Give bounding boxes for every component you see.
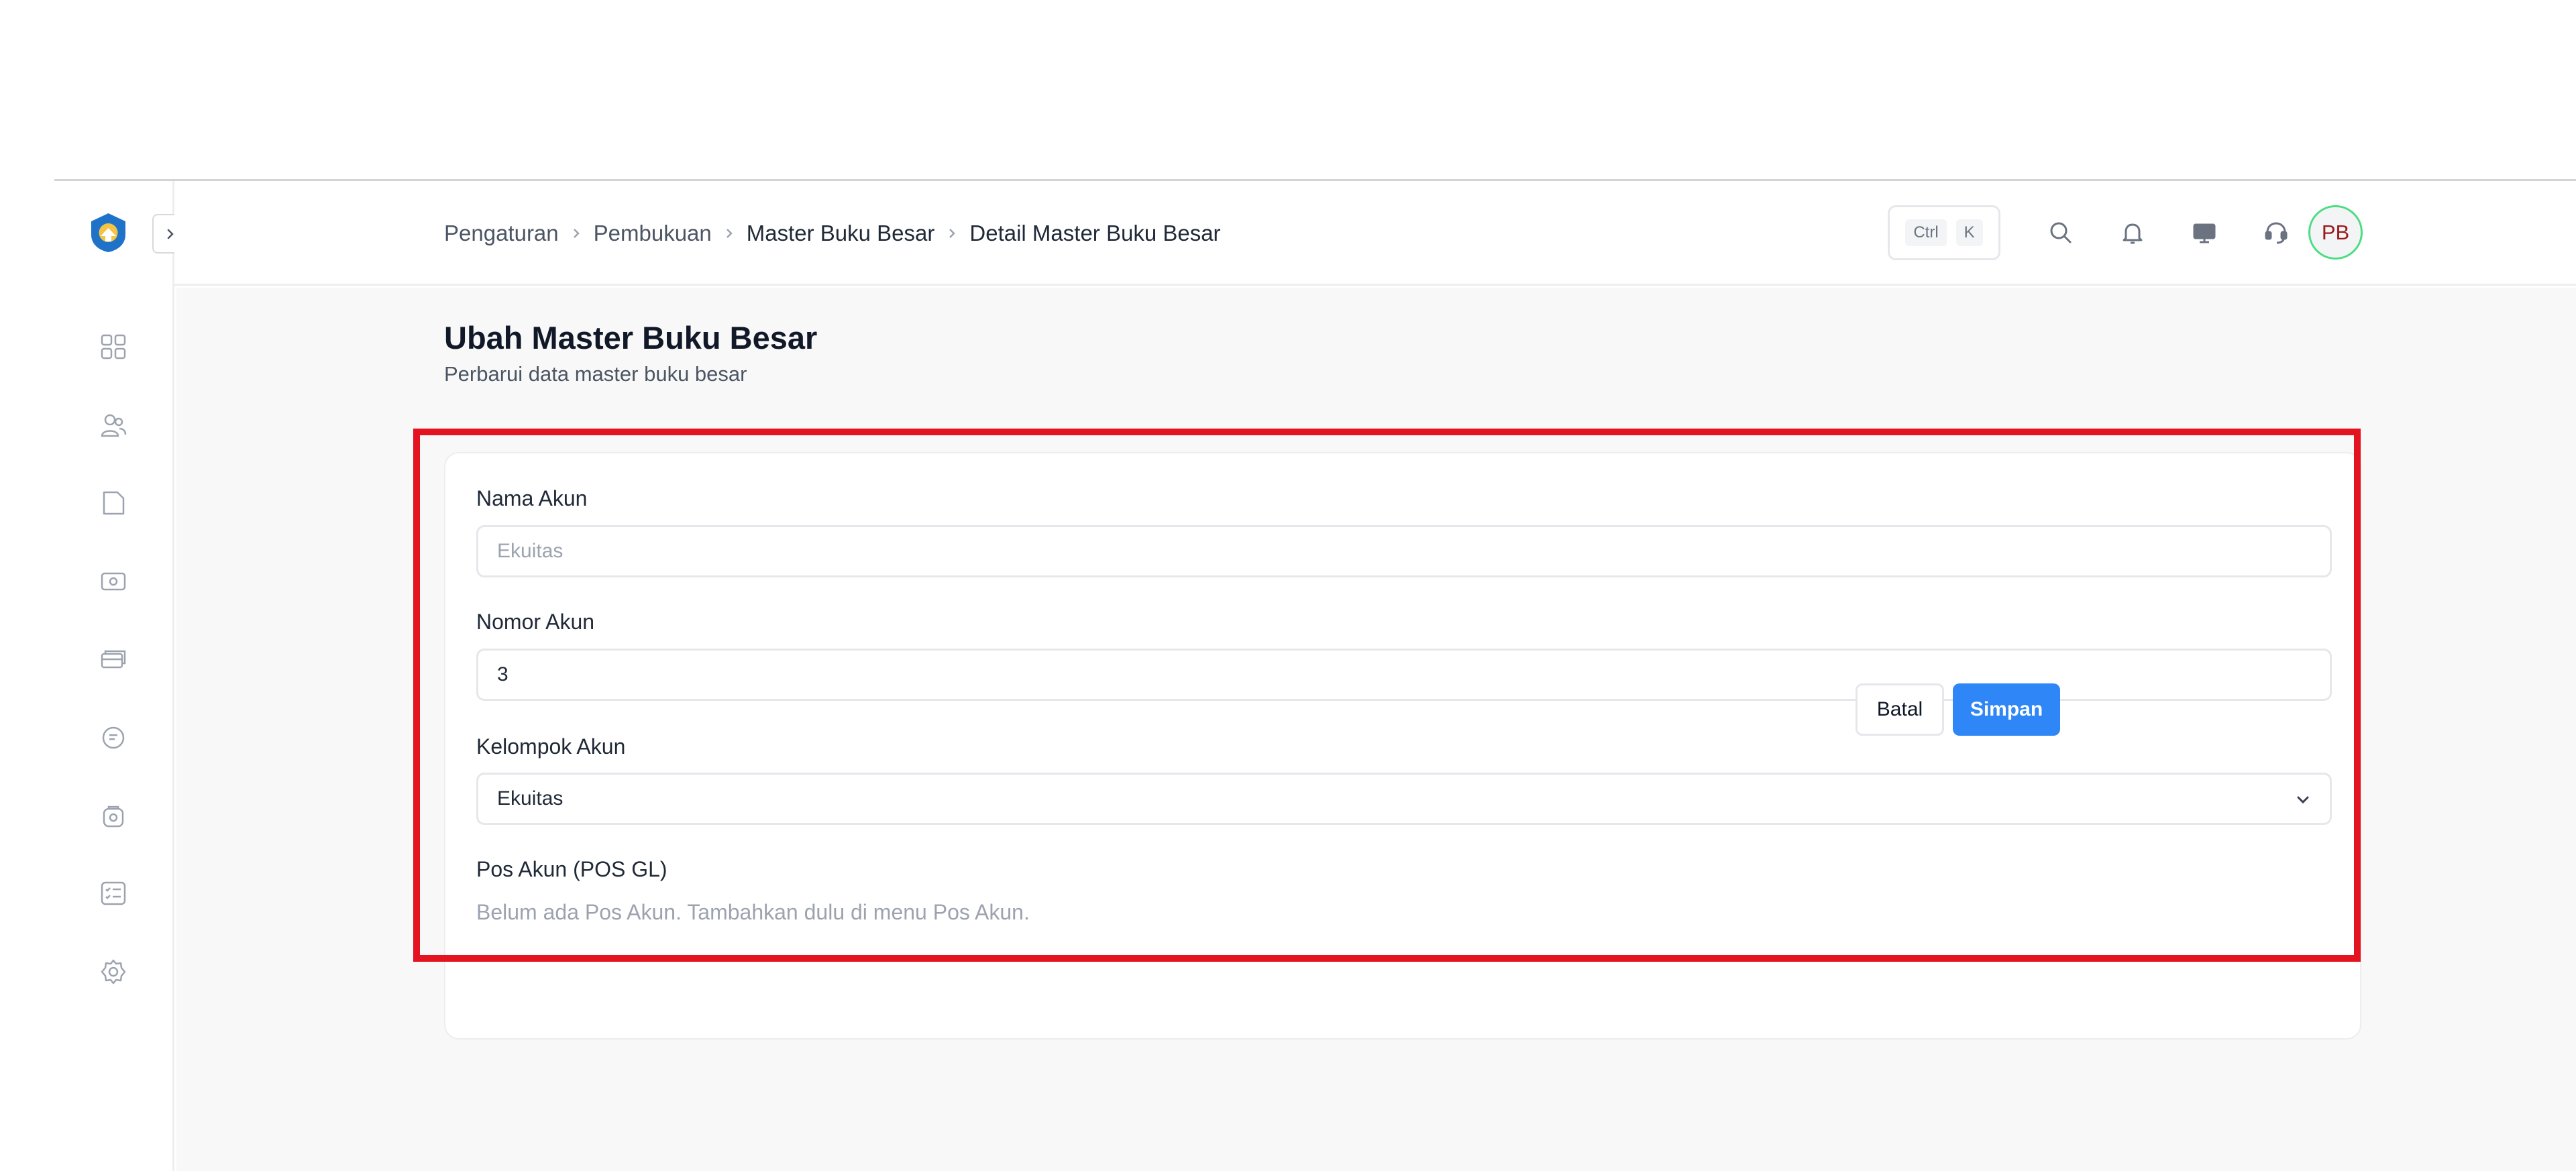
nav-dashboard-icon[interactable]: [99, 332, 128, 361]
page-subtitle: Perbarui data master buku besar: [444, 362, 747, 386]
breadcrumb-master-buku-besar[interactable]: Master Buku Besar: [747, 221, 935, 246]
chevron-right-icon: [571, 227, 582, 240]
command-palette-button[interactable]: Ctrl K: [1888, 205, 2000, 260]
nav-checklist-icon[interactable]: [99, 879, 128, 908]
shortcut-key-k: K: [1955, 219, 1983, 246]
nav-users-icon[interactable]: [99, 410, 128, 440]
breadcrumb-pengaturan[interactable]: Pengaturan: [444, 221, 559, 246]
sidebar: [54, 181, 193, 1171]
page-title: Ubah Master Buku Besar: [444, 320, 818, 355]
top-header: Pengaturan Pembukuan Master Buku Besar D…: [174, 181, 2576, 286]
nav-report-icon[interactable]: [99, 723, 128, 752]
highlight-annotation-box: [413, 429, 2361, 962]
chevron-right-icon: [947, 227, 957, 240]
nav-folder-icon[interactable]: [99, 488, 128, 518]
chevron-right-icon: [724, 227, 735, 240]
nav-gear-icon[interactable]: [99, 957, 128, 987]
app-logo: [89, 212, 128, 254]
monitor-icon[interactable]: [2188, 216, 2221, 249]
user-avatar[interactable]: PB: [2308, 205, 2363, 260]
nav-cards-icon[interactable]: [99, 645, 128, 674]
shortcut-key-ctrl: Ctrl: [1905, 219, 1947, 246]
breadcrumb-pembukuan[interactable]: Pembukuan: [594, 221, 712, 246]
nav-money-icon[interactable]: [99, 567, 128, 596]
support-headset-icon[interactable]: [2259, 216, 2293, 249]
breadcrumb-detail-master-buku-besar: Detail Master Buku Besar: [969, 221, 1221, 245]
breadcrumb: Pengaturan Pembukuan Master Buku Besar D…: [444, 219, 1221, 248]
bell-icon[interactable]: [2116, 216, 2149, 249]
search-icon[interactable]: [2044, 216, 2078, 249]
nav-lock-icon[interactable]: [99, 801, 128, 830]
